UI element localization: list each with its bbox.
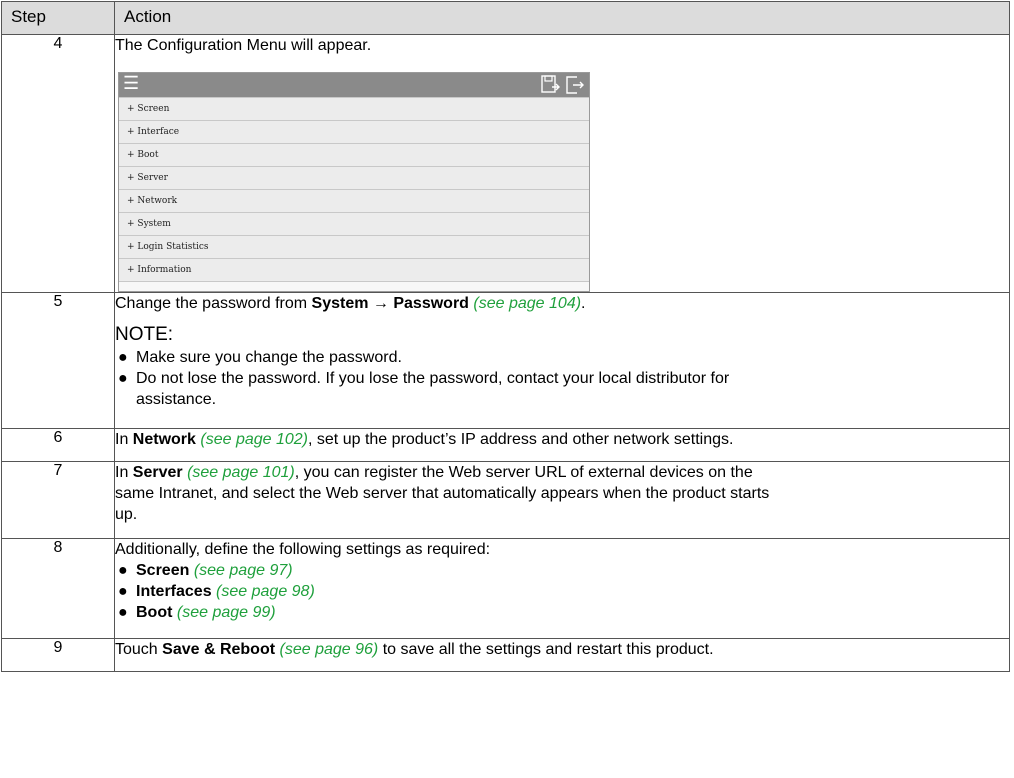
step-action: In Network (see page 102), set up the pr… bbox=[114, 428, 1010, 462]
menu-item-network[interactable]: + Network bbox=[119, 189, 589, 212]
page-link[interactable]: (see page 99) bbox=[177, 604, 276, 621]
step-text: Change the password from System → Passwo… bbox=[115, 295, 586, 312]
step-number: 8 bbox=[1, 538, 115, 639]
server-label: Server bbox=[132, 464, 183, 481]
step-text: The Configuration Menu will appear. bbox=[115, 37, 372, 54]
save-icon[interactable] bbox=[541, 75, 561, 95]
table-row: 7 In Server (see page 101), you can regi… bbox=[1, 461, 1010, 539]
table-row: 4 The Configuration Menu will appear. ☰ bbox=[1, 34, 1010, 293]
table-row: 9 Touch Save & Reboot (see page 96) to s… bbox=[1, 638, 1010, 672]
list-item: ● Make sure you change the password. bbox=[118, 349, 402, 366]
step-action: Touch Save & Reboot (see page 96) to sav… bbox=[114, 638, 1010, 672]
page-link[interactable]: (see page 96) bbox=[280, 641, 379, 658]
step-action: In Server (see page 101), you can regist… bbox=[114, 461, 1010, 539]
page-link[interactable]: (see page 104) bbox=[473, 295, 581, 312]
configuration-menu-screenshot: ☰ + Screen + Interface + Boot + Server +… bbox=[118, 72, 590, 292]
table-row: 8 Additionally, define the following set… bbox=[1, 538, 1010, 639]
save-reboot-label: Save & Reboot bbox=[162, 641, 276, 658]
list-item-continued: assistance. bbox=[136, 391, 217, 408]
page-link[interactable]: (see page 98) bbox=[216, 583, 315, 600]
page-link[interactable]: (see page 101) bbox=[187, 464, 295, 481]
menu-list: + Screen + Interface + Boot + Server + N… bbox=[119, 97, 589, 291]
step-number: 4 bbox=[1, 34, 115, 293]
table-row: 6 In Network (see page 102), set up the … bbox=[1, 428, 1010, 462]
network-label: Network bbox=[132, 431, 196, 448]
step-number: 7 bbox=[1, 461, 115, 539]
menu-item-boot[interactable]: + Boot bbox=[119, 143, 589, 166]
note-list: ● Make sure you change the password. ● Do … bbox=[115, 347, 1009, 410]
step-action: Additionally, define the following setti… bbox=[114, 538, 1010, 639]
page-link[interactable]: (see page 97) bbox=[194, 562, 293, 579]
header-step: Step bbox=[1, 1, 115, 35]
menu-item-interface[interactable]: + Interface bbox=[119, 120, 589, 143]
menu-item-system[interactable]: + System bbox=[119, 212, 589, 235]
table-header-row: Step Action bbox=[1, 1, 1010, 35]
menu-item-login-statistics[interactable]: + Login Statistics bbox=[119, 235, 589, 258]
menu-title-bar: ☰ bbox=[119, 73, 589, 97]
menu-item-screen[interactable]: + Screen bbox=[119, 97, 589, 120]
step-action: Change the password from System → Passwo… bbox=[114, 292, 1010, 429]
note-title: NOTE: bbox=[115, 324, 174, 345]
page-link[interactable]: (see page 102) bbox=[200, 431, 308, 448]
system-label: System bbox=[311, 295, 369, 312]
list-item: ● Boot (see page 99) bbox=[118, 604, 276, 621]
password-label: Password bbox=[393, 295, 469, 312]
list-item: ● Do not lose the password. If you lose t… bbox=[118, 370, 730, 387]
steps-table: Step Action 4 The Configuration Menu wil… bbox=[1, 1, 1010, 672]
table-row: 5 Change the password from System → Pass… bbox=[1, 292, 1010, 429]
menu-item-information[interactable]: + Information bbox=[119, 258, 589, 282]
step-action: The Configuration Menu will appear. ☰ + … bbox=[114, 34, 1010, 293]
header-action: Action bbox=[114, 1, 1010, 35]
exit-icon[interactable] bbox=[565, 75, 585, 95]
step-number: 5 bbox=[1, 292, 115, 429]
step-number: 9 bbox=[1, 638, 115, 672]
menu-icon[interactable]: ☰ bbox=[123, 74, 139, 94]
list-item: ● Screen (see page 97) bbox=[118, 562, 293, 579]
list-item: ● Interfaces (see page 98) bbox=[118, 583, 315, 600]
step-number: 6 bbox=[1, 428, 115, 462]
menu-item-server[interactable]: + Server bbox=[119, 166, 589, 189]
